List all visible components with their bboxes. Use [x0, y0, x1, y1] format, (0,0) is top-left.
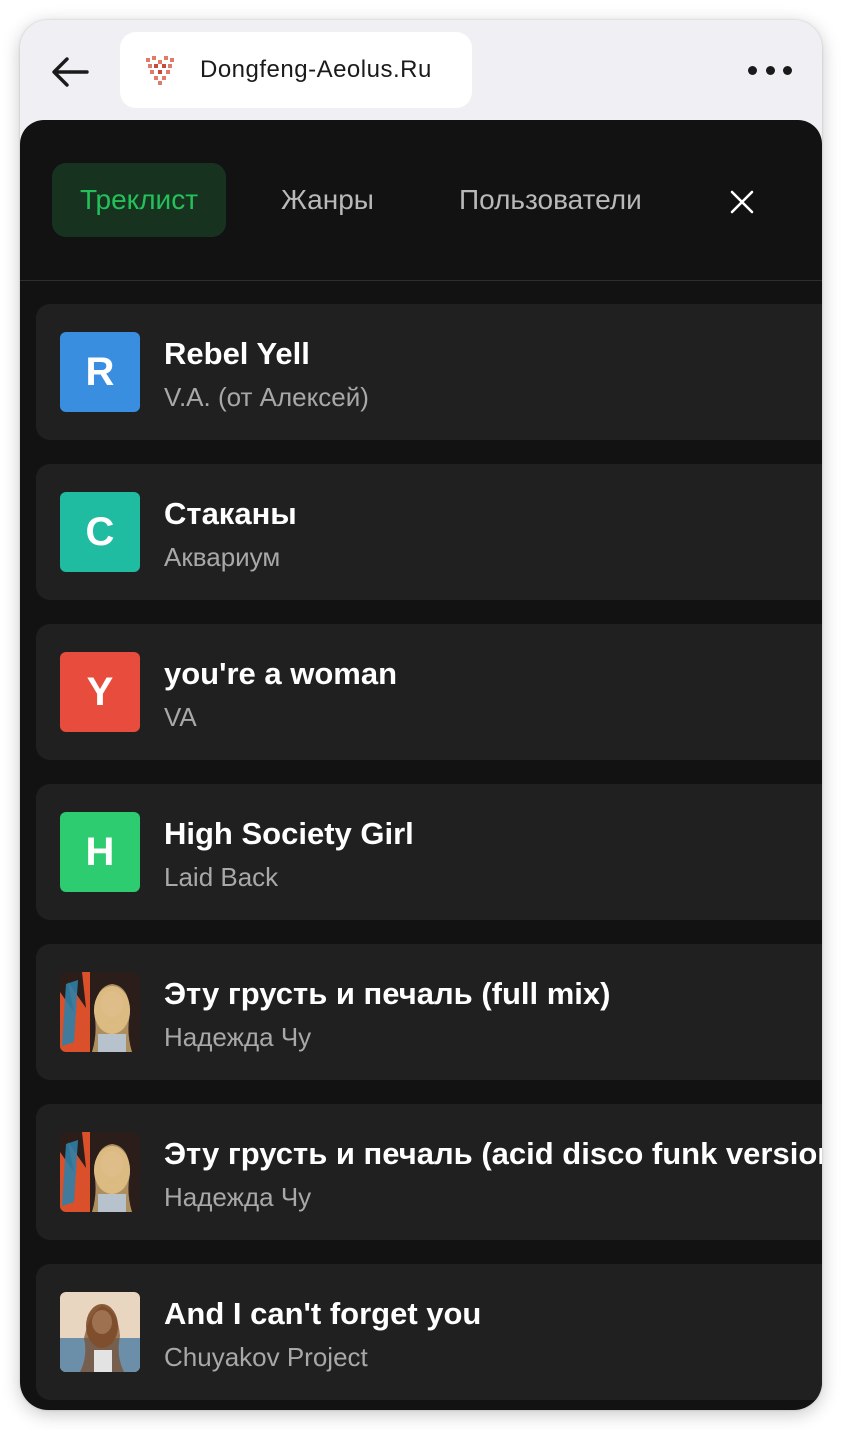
track-title: Эту грусть и печаль (full mix) [164, 976, 611, 1011]
track-cover-image [60, 1132, 140, 1212]
track-title: Эту грусть и печаль (acid disco funk ver… [164, 1136, 822, 1171]
track-item[interactable]: H High Society Girl Laid Back [36, 784, 822, 920]
track-title: you're a woman [164, 656, 398, 691]
track-cover-letter: H [60, 812, 140, 892]
close-icon [730, 190, 754, 214]
track-artist: Надежда Чу [164, 1182, 312, 1212]
track-title: And I can't forget you [164, 1296, 482, 1331]
track-title: Стаканы [164, 496, 297, 531]
track-list: R Rebel Yell V.A. (от Алексей) С Стаканы… [36, 304, 822, 1410]
more-dot-icon [765, 65, 775, 75]
track-cover-letter: С [60, 492, 140, 572]
heart-pattern-logo-icon [146, 56, 174, 85]
album-art-icon [60, 972, 140, 1052]
track-artist: Laid Back [164, 862, 279, 892]
album-art-icon [60, 1292, 140, 1372]
track-item[interactable]: Эту грусть и печаль (full mix) Надежда Ч… [36, 944, 822, 1080]
back-button[interactable] [48, 50, 92, 94]
track-item[interactable]: And I can't forget you Chuyakov Project [36, 1264, 822, 1400]
tab-bar: Треклист Жанры Пользователи [20, 120, 822, 281]
track-artist: Надежда Чу [164, 1022, 312, 1052]
track-artist: Аквариум [164, 542, 281, 572]
track-artist: V.A. (от Алексей) [164, 382, 369, 412]
close-button[interactable] [722, 182, 762, 222]
more-dot-icon [748, 65, 757, 75]
more-options-button[interactable] [748, 56, 792, 84]
track-cover-image [60, 1292, 140, 1372]
more-dot-icon [783, 65, 792, 75]
track-item[interactable]: С Стаканы Аквариум [36, 464, 822, 600]
tab-users[interactable]: Пользователи [459, 163, 642, 237]
top-bar: Dongfeng-Aeolus.Ru [20, 20, 822, 120]
track-title: High Society Girl [164, 816, 414, 851]
tab-genres[interactable]: Жанры [281, 163, 374, 237]
app-window: Dongfeng-Aeolus.Ru Треклист Жанры Пользо… [20, 20, 822, 1410]
site-title: Dongfeng-Aeolus.Ru [200, 56, 432, 83]
track-cover-letter: Y [60, 652, 140, 732]
tab-tracklist[interactable]: Треклист [52, 163, 226, 237]
track-cover-image [60, 972, 140, 1052]
arrow-left-icon [52, 57, 89, 87]
track-artist: Chuyakov Project [164, 1342, 368, 1372]
track-item[interactable]: Y you're a woman VA [36, 624, 822, 760]
tracklist-panel: Треклист Жанры Пользователи R Rebel Yell… [20, 120, 822, 1410]
track-cover-letter: R [60, 332, 140, 412]
site-address-pill[interactable]: Dongfeng-Aeolus.Ru [120, 32, 472, 108]
track-item[interactable]: R Rebel Yell V.A. (от Алексей) [36, 304, 822, 440]
album-art-icon [60, 1132, 140, 1212]
track-artist: VA [164, 702, 197, 732]
track-title: Rebel Yell [164, 336, 310, 371]
track-item[interactable]: Эту грусть и печаль (acid disco funk ver… [36, 1104, 822, 1240]
